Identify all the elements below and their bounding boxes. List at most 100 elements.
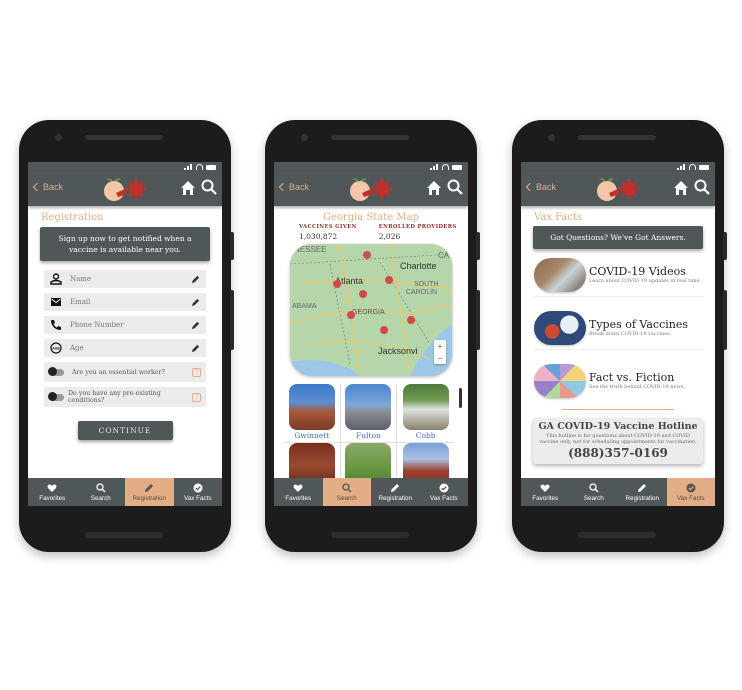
map-label: CA [438, 251, 450, 260]
check-circle-icon [686, 483, 696, 492]
tab-vax-facts[interactable]: Vax Facts [420, 478, 469, 506]
tab-registration[interactable]: Registration [125, 478, 174, 506]
edit-icon[interactable] [191, 298, 200, 307]
fact-item-vaccine-types[interactable]: Types of Vaccines Break down COVID-19 va… [534, 306, 704, 350]
preexisting-conditions-toggle[interactable] [48, 392, 64, 401]
phone-field[interactable]: Phone Number [44, 316, 206, 334]
camera [55, 134, 62, 141]
home-icon[interactable] [673, 180, 689, 196]
fact-item-fact-vs-fiction[interactable]: Fact vs. Fiction See the truth behind CO… [534, 359, 704, 403]
tab-favorites[interactable]: Favorites [274, 478, 323, 506]
tab-favorites[interactable]: Favorites [28, 478, 77, 506]
home-indicator [578, 532, 656, 538]
county-card-cobb[interactable]: Cobb [397, 384, 454, 443]
home-icon[interactable] [180, 180, 196, 196]
back-button[interactable]: Back [32, 182, 63, 192]
back-button[interactable]: Back [525, 182, 556, 192]
search-icon[interactable] [694, 179, 710, 195]
search-icon[interactable] [447, 179, 463, 195]
power-button [476, 290, 480, 350]
signup-banner: Sign up now to get notified when a vacci… [40, 227, 210, 261]
bottom-tab-bar: Favorites Search Registration Vax Facts [28, 478, 222, 506]
fact-title: Types of Vaccines [589, 317, 689, 331]
zoom-out-button[interactable]: − [438, 354, 443, 363]
check-circle-icon [193, 483, 203, 492]
essential-worker-toggle[interactable] [48, 367, 64, 376]
county-card-gwinnett[interactable]: Gwinnett [284, 384, 341, 443]
heart-icon [540, 484, 550, 492]
camera [301, 134, 308, 141]
tab-registration[interactable]: Registration [371, 478, 420, 506]
stats-row: VACCINES GIVEN 1,030,872 ENROLLED PROVID… [274, 223, 468, 241]
power-button [230, 290, 234, 350]
map-label: CAROLIN [406, 289, 437, 296]
status-bar [28, 162, 222, 172]
map-canvas: NESSEE Charlotte CA Atlanta SOUTH CAROLI… [290, 244, 452, 376]
scrollbar[interactable] [459, 388, 462, 408]
signal-icon [184, 164, 193, 170]
fact-subtitle: Break down COVID-19 vaccines. [589, 330, 672, 337]
questions-banner: Got Questions? We've Got Answers. [533, 226, 703, 249]
chevron-left-icon [278, 182, 288, 192]
county-photo [345, 384, 392, 430]
fact-subtitle: Learn about COVID-19 updates in real tim… [589, 277, 702, 284]
tab-vax-facts[interactable]: Vax Facts [174, 478, 223, 506]
signal-icon [430, 164, 439, 170]
home-indicator [85, 532, 163, 538]
edit-icon[interactable] [191, 321, 200, 330]
tab-favorites[interactable]: Favorites [521, 478, 570, 506]
search-icon[interactable] [201, 179, 217, 195]
name-field[interactable]: Name [44, 270, 206, 288]
bottom-tab-bar: Favorites Search Registration Vax Facts [274, 478, 468, 506]
search-icon [96, 482, 106, 492]
fact-title: COVID-19 Videos [589, 264, 686, 278]
fact-title: Fact vs. Fiction [589, 371, 675, 384]
chevron-left-icon [525, 182, 535, 192]
tab-registration[interactable]: Registration [618, 478, 667, 506]
search-icon [342, 482, 352, 492]
volume-button [723, 232, 727, 260]
tab-search[interactable]: Search [570, 478, 619, 506]
map-screen: Back Georgia State Map VACCINES GIVEN 1,… [274, 162, 468, 506]
zoom-in-button[interactable]: + [438, 342, 443, 351]
back-button[interactable]: Back [278, 182, 309, 192]
stat-value: 1,030,872 [299, 232, 338, 241]
fact-item-videos[interactable]: COVID-19 Videos Learn about COVID-19 upd… [534, 253, 704, 297]
continue-button[interactable]: CONTINUE [77, 421, 173, 440]
signal-icon [677, 164, 686, 170]
tab-vax-facts[interactable]: Vax Facts [666, 478, 715, 506]
edit-icon[interactable] [191, 344, 200, 353]
speaker [85, 135, 163, 140]
app-logo-icon [350, 178, 393, 201]
stat-label: VACCINES GIVEN [299, 224, 357, 230]
georgia-map[interactable]: NESSEE Charlotte CA Atlanta SOUTH CAROLI… [290, 244, 452, 376]
name-placeholder: Name [70, 275, 92, 283]
help-icon[interactable]: ? [192, 367, 201, 377]
county-name: Cobb [415, 431, 436, 440]
hotline-card[interactable]: GA COVID-19 Vaccine Hotline This hotline… [533, 418, 703, 464]
videos-thumbnail [534, 257, 586, 292]
pencil-icon [145, 483, 154, 492]
app-bar: Back [521, 172, 715, 206]
county-card-fulton[interactable]: Fulton [340, 384, 398, 443]
heart-icon [47, 484, 57, 492]
map-label: Charlotte [400, 261, 437, 271]
volume-button [476, 232, 480, 260]
volume-button [230, 232, 234, 260]
help-icon[interactable]: ? [192, 392, 201, 402]
edit-icon[interactable] [191, 275, 200, 284]
check-circle-icon [439, 483, 449, 492]
fact-subtitle: See the truth behind COVID-19 news. [589, 384, 685, 390]
email-field[interactable]: Email [44, 293, 206, 311]
chevron-left-icon [32, 182, 42, 192]
home-icon[interactable] [426, 180, 442, 196]
wifi-icon [196, 164, 203, 170]
wifi-icon [689, 164, 696, 170]
tab-search[interactable]: Search [77, 478, 126, 506]
age-field[interactable]: AGE Age [44, 339, 206, 357]
hotline-phone[interactable]: (888)357-0169 [537, 446, 699, 460]
app-logo-icon [597, 178, 640, 201]
hotline-title: GA COVID-19 Vaccine Hotline [538, 421, 698, 432]
tab-search[interactable]: Search [322, 478, 371, 506]
map-label: SOUTH [414, 281, 439, 288]
